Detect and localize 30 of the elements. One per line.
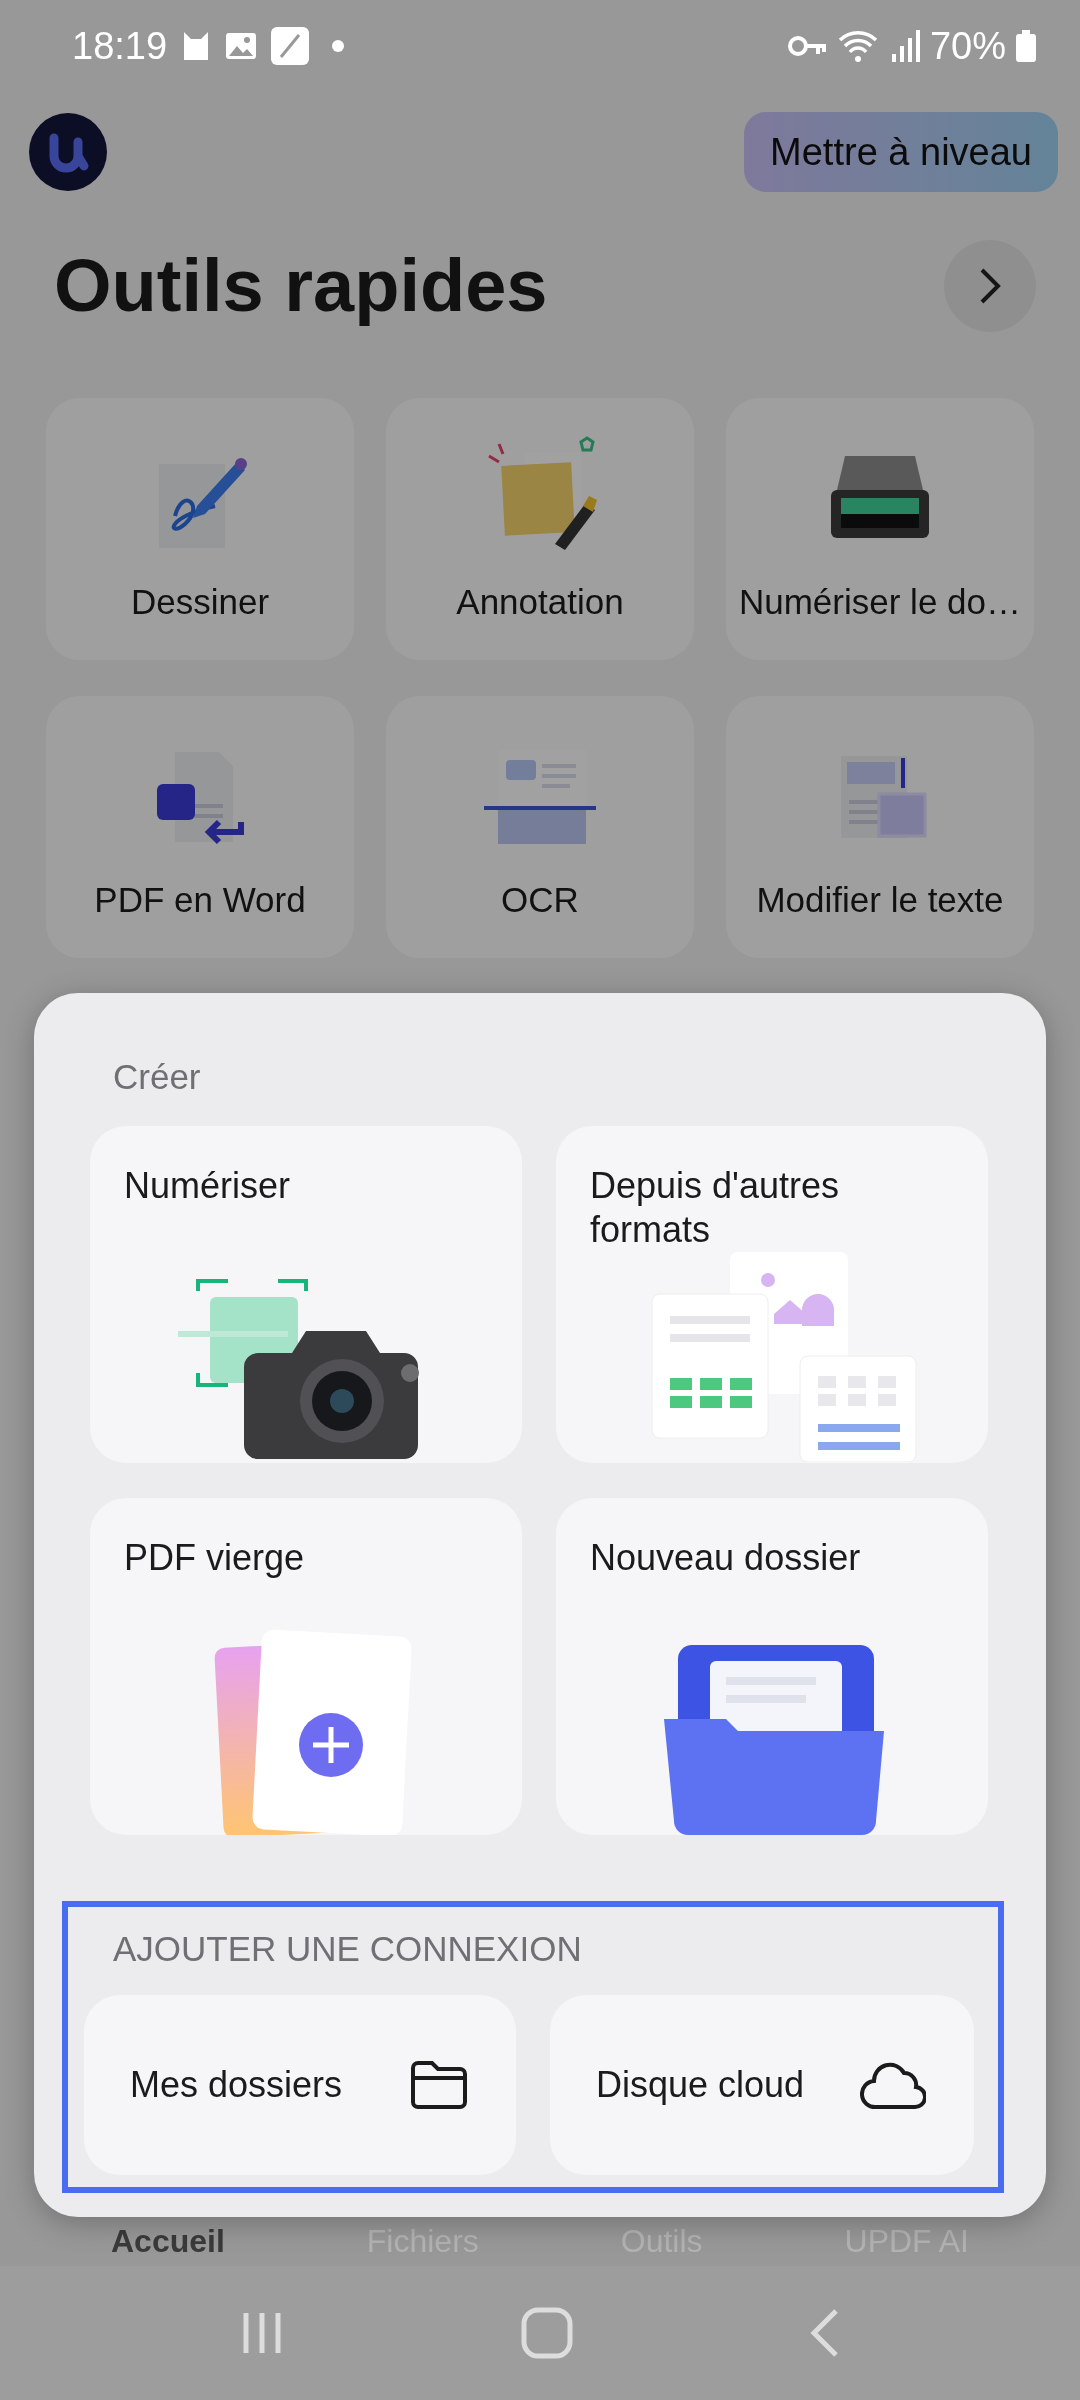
tool-button[interactable]: Numériser le do…: [726, 398, 1034, 660]
upgrade-button[interactable]: Mettre à niveau: [744, 112, 1058, 192]
folder-icon: [410, 2060, 468, 2110]
wifi-icon: [837, 28, 880, 64]
tool-button[interactable]: Annotation: [386, 398, 694, 660]
battery-percent: 70%: [929, 27, 1006, 65]
section-label: Créer: [113, 1057, 202, 1097]
dot-icon: [331, 39, 346, 53]
tool-button[interactable]: PDF en Word: [46, 696, 354, 958]
tool-button[interactable]: OCR: [386, 696, 694, 958]
key-icon: [787, 34, 828, 58]
clock-time: 18:19: [72, 27, 168, 65]
section-label: AJOUTER UNE CONNEXION: [113, 1929, 583, 1969]
create-option-card[interactable]: Numériser: [90, 1126, 522, 1463]
tool-button[interactable]: Modifier le texte: [726, 696, 1034, 958]
connection-button[interactable]: Disque cloud: [550, 1995, 974, 2175]
tool-button[interactable]: Dessiner: [46, 398, 354, 660]
create-option-card[interactable]: Depuis d'autres formats: [556, 1126, 988, 1463]
signal-icon: [889, 30, 920, 62]
home-icon[interactable]: [521, 2307, 573, 2359]
app-logo[interactable]: [28, 112, 108, 192]
app-icon: [271, 27, 310, 65]
chevron-right-icon: [978, 266, 1002, 306]
create-option-card[interactable]: Nouveau dossier: [556, 1498, 988, 1835]
connection-button[interactable]: Mes dossiers: [84, 1995, 516, 2175]
nav-tab[interactable]: Accueil: [111, 2222, 225, 2260]
image-icon: [225, 31, 258, 61]
create-option-card[interactable]: PDF vierge: [90, 1498, 522, 1835]
battery-icon: [1016, 30, 1036, 62]
section-title: Outils rapides: [54, 243, 548, 329]
